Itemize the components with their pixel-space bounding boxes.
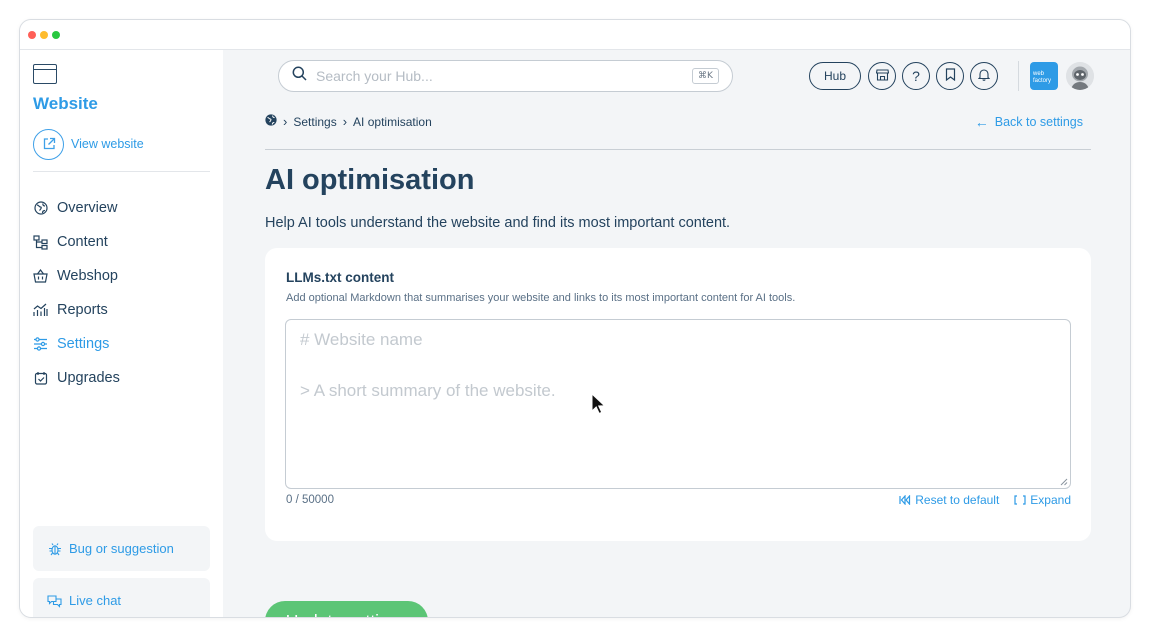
sitemap-icon [33, 234, 48, 250]
top-bar: Search your Hub... ⌘K Hub ? web factory [223, 50, 1130, 102]
chart-icon [33, 303, 48, 318]
update-settings-button[interactable]: Update settings [265, 601, 428, 617]
sidebar-item-reports[interactable]: Reports [33, 293, 120, 327]
bug-icon [47, 541, 62, 556]
breadcrumb-settings-link[interactable]: Settings [293, 115, 336, 129]
minimize-window-button[interactable] [40, 31, 48, 39]
resize-handle-icon[interactable] [1060, 478, 1068, 486]
globe-icon[interactable] [265, 114, 277, 129]
sliders-icon [33, 337, 48, 352]
sidebar-item-label: Overview [57, 200, 118, 216]
breadcrumb: › Settings › AI optimisation [265, 114, 432, 129]
search-icon [292, 66, 307, 86]
sidebar-item-upgrades[interactable]: Upgrades [33, 361, 120, 395]
avatar[interactable] [1066, 62, 1094, 90]
llms-title: LLMs.txt content [286, 270, 394, 285]
llms-card: LLMs.txt content Add optional Markdown t… [265, 248, 1091, 541]
notifications-button[interactable] [970, 62, 998, 90]
sidebar-item-settings[interactable]: Settings [33, 327, 120, 361]
search-placeholder: Search your Hub... [316, 68, 433, 84]
title-bar [20, 20, 1130, 50]
maximize-window-button[interactable] [52, 31, 60, 39]
expand-button[interactable]: Expand [1013, 493, 1071, 507]
close-window-button[interactable] [28, 31, 36, 39]
store-icon [875, 68, 889, 84]
sidebar: Website View website Overview Content We… [20, 50, 223, 617]
reset-to-default-label: Reset to default [915, 493, 1000, 507]
browser-window: Website View website Overview Content We… [19, 19, 1131, 618]
bookmark-icon [945, 68, 956, 84]
sidebar-item-label: Reports [57, 302, 108, 318]
back-to-settings-link[interactable]: ← Back to settings [975, 114, 1083, 130]
view-website-label: View website [71, 137, 144, 151]
logo-text-line2: factory [1033, 77, 1052, 84]
search-shortcut-badge: ⌘K [692, 68, 719, 84]
sidebar-item-label: Content [57, 234, 108, 250]
chat-icon [47, 593, 62, 608]
help-icon: ? [912, 68, 920, 84]
hub-button[interactable]: Hub [809, 62, 861, 90]
bell-icon [977, 68, 991, 84]
mouse-pointer-icon [591, 393, 605, 415]
sidebar-item-label: Webshop [57, 268, 118, 284]
header-divider [265, 149, 1091, 150]
live-chat-button[interactable]: Live chat [33, 578, 210, 617]
placeholder-line-1: # Website name [300, 330, 423, 349]
chevron-right-icon: › [342, 114, 348, 129]
textarea-actions: Reset to default Expand [884, 493, 1071, 507]
character-counter: 0 / 50000 [286, 494, 334, 506]
expand-icon [1013, 495, 1026, 506]
llms-textarea[interactable]: # Website name > A short summary of the … [285, 319, 1071, 489]
page-title: AI optimisation [265, 164, 475, 196]
topbar-divider [1018, 61, 1019, 91]
bug-or-suggestion-button[interactable]: Bug or suggestion [33, 526, 210, 571]
sidebar-item-webshop[interactable]: Webshop [33, 259, 120, 293]
reset-to-default-button[interactable]: Reset to default [898, 493, 999, 507]
calendar-check-icon [33, 371, 48, 386]
sidebar-item-label: Settings [57, 336, 110, 352]
sidebar-item-content[interactable]: Content [33, 225, 120, 259]
back-to-settings-label: Back to settings [994, 115, 1083, 129]
chevron-right-icon: › [283, 114, 288, 129]
live-chat-label: Live chat [69, 593, 122, 608]
globe-icon [33, 201, 48, 216]
sidebar-item-label: Upgrades [57, 370, 120, 386]
store-button[interactable] [868, 62, 896, 90]
search-input[interactable]: Search your Hub... ⌘K [278, 60, 733, 92]
page-description: Help AI tools understand the website and… [265, 215, 731, 231]
arrow-left-icon: ← [974, 114, 989, 130]
sidebar-item-overview[interactable]: Overview [33, 191, 120, 225]
breadcrumb-current: AI optimisation [353, 114, 432, 129]
bug-or-suggestion-label: Bug or suggestion [69, 541, 174, 556]
basket-icon [33, 269, 48, 284]
external-link-icon [33, 128, 64, 160]
view-website-link[interactable]: View website [33, 128, 144, 160]
reset-icon [898, 495, 911, 506]
browser-window-icon [33, 64, 57, 84]
placeholder-line-2: > A short summary of the website. [300, 381, 556, 400]
webfactory-logo[interactable]: web factory [1030, 62, 1058, 90]
bookmark-button[interactable] [936, 62, 964, 90]
site-title: Website [33, 94, 98, 113]
sidebar-divider [33, 171, 210, 172]
sidebar-nav: Overview Content Webshop Reports Setting… [33, 191, 120, 395]
help-button[interactable]: ? [902, 62, 930, 90]
expand-label: Expand [1030, 493, 1071, 507]
llms-help-text: Add optional Markdown that summarises yo… [286, 292, 796, 304]
